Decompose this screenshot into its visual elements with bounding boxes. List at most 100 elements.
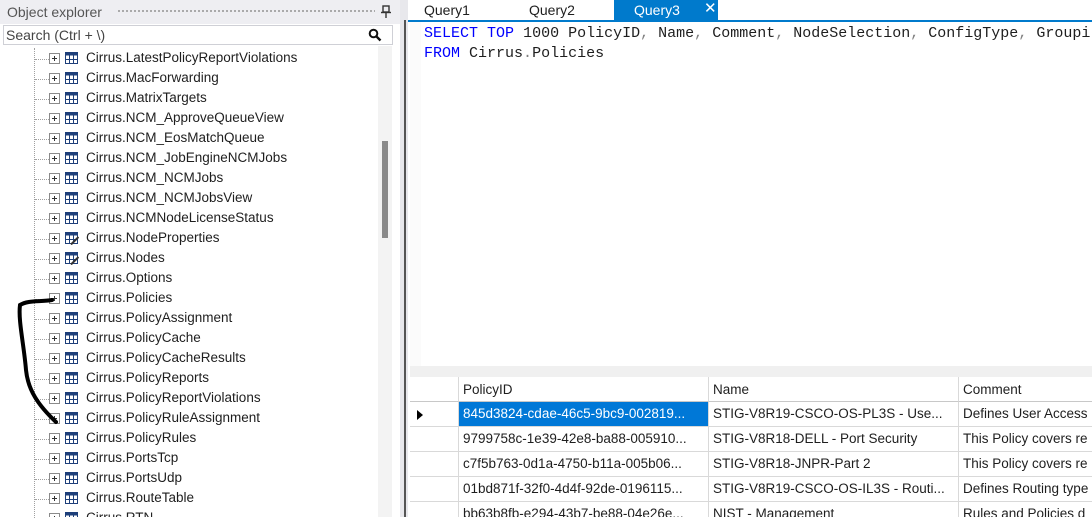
tree-item[interactable]: Cirrus.PolicyAssignment <box>0 309 380 329</box>
table-cell[interactable]: This Policy covers re <box>959 427 1092 452</box>
expand-icon[interactable] <box>49 73 60 84</box>
expand-icon[interactable] <box>49 313 60 324</box>
table-cell[interactable]: STIG-V8R18-JNPR-Part 2 <box>709 452 959 477</box>
expand-icon[interactable] <box>49 493 60 504</box>
tree-item-label: Cirrus.Options <box>86 270 173 285</box>
tree-item[interactable]: Cirrus.PolicyReportViolations <box>0 389 380 409</box>
tree-connector <box>35 439 49 440</box>
tree-item[interactable]: Cirrus.PolicyRules <box>0 429 380 449</box>
tree-item[interactable]: Cirrus.Options <box>0 269 380 289</box>
tree-item[interactable]: Cirrus.RTN <box>0 509 380 517</box>
expand-icon[interactable] <box>49 433 60 444</box>
row-header[interactable] <box>410 477 459 502</box>
tree-item[interactable]: Cirrus.PolicyReports <box>0 369 380 389</box>
table-cell[interactable]: STIG-V8R19-CSCO-OS-PL3S - Use... <box>709 402 959 427</box>
pane-splitter-line <box>404 20 406 517</box>
expand-icon[interactable] <box>49 233 60 244</box>
code-line-2: FROM Cirrus.Policies <box>424 45 605 62</box>
tab-query1[interactable]: Query1 <box>418 0 508 20</box>
explorer-header-grip[interactable] <box>117 9 375 14</box>
tree-item[interactable]: Cirrus.LatestPolicyReportViolations <box>0 50 380 69</box>
tree-item[interactable]: Cirrus.Nodes <box>0 249 380 269</box>
query-tab-strip: Query1 Query2 Query3 ✕ <box>408 0 1092 22</box>
expand-icon[interactable] <box>49 113 60 124</box>
tree-item-label: Cirrus.Nodes <box>86 250 165 265</box>
table-cell[interactable]: 01bd871f-32f0-4d4f-92de-0196115... <box>459 477 709 502</box>
editor-horizontal-scrollbar[interactable] <box>410 366 1092 377</box>
expand-icon[interactable] <box>49 153 60 164</box>
tree-item[interactable]: Cirrus.PolicyCache <box>0 329 380 349</box>
column-header-name[interactable]: Name <box>709 377 959 402</box>
expand-icon[interactable] <box>49 453 60 464</box>
sql-editor[interactable]: SELECT TOP 1000 PolicyID, Name, Comment,… <box>410 22 1092 366</box>
expand-icon[interactable] <box>49 373 60 384</box>
pin-icon[interactable] <box>380 5 392 19</box>
tree-item[interactable]: Cirrus.NCM_NCMJobs <box>0 169 380 189</box>
tree-item[interactable]: Cirrus.RouteTable <box>0 489 380 509</box>
tab-query2[interactable]: Query2 <box>523 0 613 20</box>
row-header[interactable] <box>410 452 459 477</box>
column-header-policyid[interactable]: PolicyID <box>459 377 709 402</box>
expand-icon[interactable] <box>49 133 60 144</box>
table-cell[interactable]: Defines User Access <box>959 402 1092 427</box>
tab-query3[interactable]: Query3 ✕ <box>614 0 718 20</box>
tree-connector <box>35 79 49 80</box>
tree-connector <box>35 379 49 380</box>
column-header-comment[interactable]: Comment <box>959 377 1092 402</box>
tree-item[interactable]: Cirrus.PortsUdp <box>0 469 380 489</box>
expand-icon[interactable] <box>49 473 60 484</box>
expand-icon[interactable] <box>49 293 60 304</box>
table-icon <box>65 152 78 164</box>
explorer-search-box[interactable] <box>3 25 393 45</box>
expand-icon[interactable] <box>49 333 60 344</box>
expand-icon[interactable] <box>49 353 60 364</box>
tree-item[interactable]: Cirrus.PolicyCacheResults <box>0 349 380 369</box>
search-icon[interactable] <box>368 28 382 42</box>
row-header[interactable] <box>410 502 459 517</box>
grid-corner-header[interactable] <box>410 377 459 402</box>
table-cell[interactable]: NIST - Management <box>709 502 959 517</box>
explorer-scrollbar[interactable] <box>378 46 392 517</box>
explorer-search-input[interactable] <box>6 27 361 43</box>
tree-connector <box>35 119 49 120</box>
expand-icon[interactable] <box>49 413 60 424</box>
table-cell[interactable]: c7f5b763-0d1a-4750-b11a-005b06... <box>459 452 709 477</box>
table-cell[interactable]: 9799758c-1e39-42e8-ba88-005910... <box>459 427 709 452</box>
tree-item[interactable]: Cirrus.MacForwarding <box>0 69 380 89</box>
tree-item[interactable]: Cirrus.NCM_NCMJobsView <box>0 189 380 209</box>
expand-icon[interactable] <box>49 513 60 517</box>
close-icon[interactable]: ✕ <box>704 1 717 16</box>
table-cell[interactable]: This Policy covers re <box>959 452 1092 477</box>
expand-icon[interactable] <box>49 53 60 64</box>
tree-item[interactable]: Cirrus.MatrixTargets <box>0 89 380 109</box>
current-row-arrow-icon <box>417 410 423 420</box>
table-cell[interactable]: STIG-V8R19-CSCO-OS-IL3S - Routi... <box>709 477 959 502</box>
tree-item[interactable]: Cirrus.PortsTcp <box>0 449 380 469</box>
expand-icon[interactable] <box>49 93 60 104</box>
table-cell[interactable]: 845d3824-cdae-46c5-9bc9-002819... <box>459 402 709 427</box>
tree-item[interactable]: Cirrus.NCMNodeLicenseStatus <box>0 209 380 229</box>
tree-item-label: Cirrus.MacForwarding <box>86 70 219 85</box>
tree-item[interactable]: Cirrus.NodeProperties <box>0 229 380 249</box>
object-explorer-pane: Object explorer Cirrus.LatestPolicyRepor… <box>0 0 400 518</box>
tab-label: Query1 <box>424 2 470 18</box>
tree-item[interactable]: Cirrus.Policies <box>0 289 380 309</box>
expand-icon[interactable] <box>49 173 60 184</box>
tree-item[interactable]: Cirrus.NCM_JobEngineNCMJobs <box>0 149 380 169</box>
expand-icon[interactable] <box>49 213 60 224</box>
expand-icon[interactable] <box>49 393 60 404</box>
tree-item[interactable]: Cirrus.NCM_ApproveQueueView <box>0 109 380 129</box>
explorer-scrollbar-thumb[interactable] <box>382 141 388 238</box>
tree-item-label: Cirrus.NCM_NCMJobs <box>86 170 224 185</box>
table-cell[interactable]: Defines Routing type <box>959 477 1092 502</box>
expand-icon[interactable] <box>49 253 60 264</box>
row-header[interactable] <box>410 402 459 427</box>
tree-item[interactable]: Cirrus.PolicyRuleAssignment <box>0 409 380 429</box>
table-cell[interactable]: STIG-V8R18-DELL - Port Security <box>709 427 959 452</box>
row-header[interactable] <box>410 427 459 452</box>
table-cell[interactable]: bb63b8fb-e294-43b7-be88-04e26e... <box>459 502 709 517</box>
table-cell[interactable]: Rules and Policies d <box>959 502 1092 517</box>
tree-item[interactable]: Cirrus.NCM_EosMatchQueue <box>0 129 380 149</box>
expand-icon[interactable] <box>49 193 60 204</box>
expand-icon[interactable] <box>49 273 60 284</box>
